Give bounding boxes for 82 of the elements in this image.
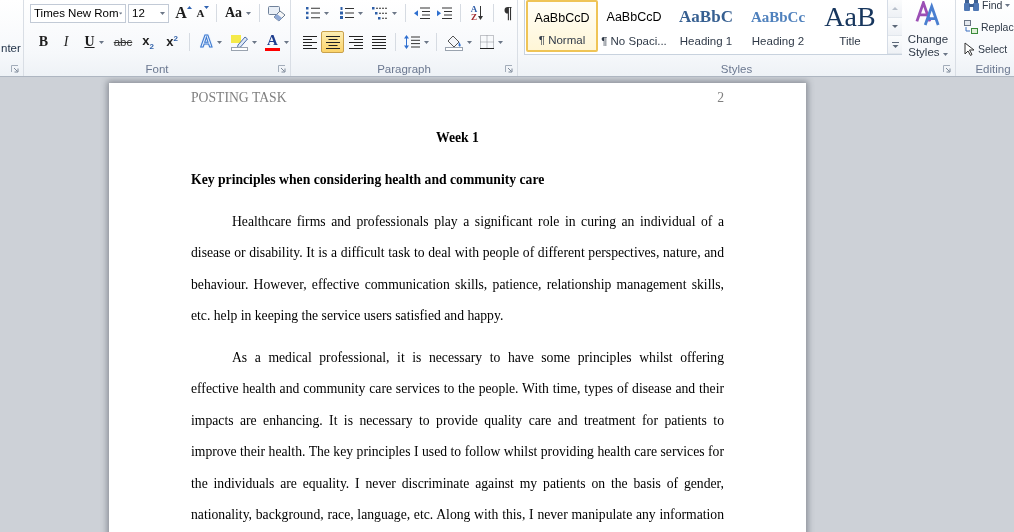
caret-icon xyxy=(246,11,252,15)
dialog-launcher-icon[interactable] xyxy=(505,65,513,73)
binoculars-icon xyxy=(964,0,979,11)
more-icon xyxy=(891,41,899,48)
change-styles-button[interactable]: Change Styles xyxy=(904,0,952,60)
superscript-button[interactable]: x$^{2}$ xyxy=(160,32,184,52)
gallery-down-button[interactable] xyxy=(888,18,902,36)
style-item[interactable]: AaBbCc Heading 2 xyxy=(742,0,814,52)
align-right-icon xyxy=(348,35,363,49)
dialog-launcher-icon[interactable] xyxy=(943,65,951,73)
align-center-icon xyxy=(325,35,340,49)
caret-icon xyxy=(391,11,397,15)
underline-button[interactable]: U xyxy=(78,32,110,52)
replace-icon xyxy=(964,20,978,34)
shrink-font-button[interactable]: A xyxy=(195,3,211,23)
caret-icon xyxy=(160,11,165,15)
arrow-down-icon xyxy=(892,25,898,28)
font-color-button[interactable]: A xyxy=(262,32,292,52)
caret-icon xyxy=(283,40,289,44)
style-item[interactable]: AaBbCcD ¶ No Spaci... xyxy=(598,0,670,52)
bold-button[interactable]: B xyxy=(33,32,54,52)
decrease-indent-icon xyxy=(414,6,430,20)
group-label: Styles xyxy=(720,62,753,76)
group-label: Font xyxy=(145,62,169,76)
show-formatting-marks-button[interactable]: ¶ xyxy=(499,3,517,23)
eraser-icon xyxy=(266,4,286,22)
highlight-button[interactable] xyxy=(228,32,259,52)
align-center-button[interactable] xyxy=(321,31,344,53)
caret-icon xyxy=(216,40,222,44)
replace-button[interactable]: Replac xyxy=(963,16,1014,38)
style-item[interactable]: AaB Title xyxy=(814,0,886,52)
change-case-button[interactable]: Aa xyxy=(222,3,254,23)
line-spacing-icon xyxy=(403,35,420,49)
caret-up-icon xyxy=(186,6,192,9)
gallery-more-button[interactable] xyxy=(888,36,902,54)
caret-icon xyxy=(1005,3,1011,7)
sort-button[interactable]: A Z xyxy=(466,3,488,23)
bulleted-list-icon xyxy=(305,7,320,19)
strikethrough-button[interactable]: abc xyxy=(110,32,136,52)
italic-button[interactable]: I xyxy=(54,32,78,52)
running-head: POSTING TASK xyxy=(191,90,287,106)
paint-bucket-icon xyxy=(444,33,463,51)
justify-icon xyxy=(371,35,386,49)
line-spacing-button[interactable] xyxy=(401,32,431,52)
page-number: 2 xyxy=(717,90,724,106)
caret-icon xyxy=(323,11,329,15)
arrow-up-icon xyxy=(892,7,898,10)
caret-icon xyxy=(423,40,429,44)
document-title: Week 1 xyxy=(436,129,479,146)
arrow-down-icon xyxy=(478,6,484,20)
caret-icon xyxy=(118,11,122,15)
grow-font-button[interactable]: A xyxy=(174,3,193,23)
font-size-combo[interactable]: 12 xyxy=(128,3,169,23)
align-left-icon xyxy=(302,35,317,49)
group-label: Paragraph xyxy=(377,62,431,76)
section-heading: Key principles when considering health and community care xyxy=(191,171,545,188)
caret-icon xyxy=(466,40,472,44)
caret-icon xyxy=(497,40,503,44)
font-name-combo[interactable]: Times New Rom xyxy=(30,3,126,23)
cursor-icon xyxy=(964,42,975,56)
clear-formatting-button[interactable] xyxy=(265,3,287,23)
highlighter-icon xyxy=(230,33,248,51)
body-paragraph: Healthcare firms and professionals play a significant role in curing an individual of a disease or disability. It is a difficult task to deal with people of different perspectives, nature, and behaviour. However, effective communication skills, patience, relationship management skills, etc. help in keeping the service users satisfied and happy. xyxy=(191,212,724,325)
increase-indent-icon xyxy=(436,6,452,20)
caret-icon xyxy=(942,53,948,56)
select-button[interactable]: Select xyxy=(963,38,1009,60)
body-paragraph: As a medical professional, it is necessary to have some principles whilst offering effective health and community care services to the people. With time, types of disease and their impacts are enhancing. It is necessary to provide quality care and treatment for patients to improve their health. The key principles I used to follow whilst providing health care services for the individuals are equality. I never discriminate against my patients on the basis of gender, nationality, background, race, language, etc. Along with this, I never manipulate any information xyxy=(191,348,724,525)
multilevel-list-icon xyxy=(371,6,388,20)
style-item[interactable]: AaBbC Heading 1 xyxy=(670,0,742,52)
command-button[interactable]: nter xyxy=(0,41,22,55)
dialog-launcher-icon[interactable] xyxy=(11,65,19,73)
caret-icon xyxy=(251,40,257,44)
caret-down-icon xyxy=(204,6,210,9)
dialog-launcher-icon[interactable] xyxy=(278,65,286,73)
style-item[interactable]: AaBbCcD ¶ Normal xyxy=(526,0,598,52)
find-button[interactable]: Find xyxy=(963,0,1012,16)
caret-icon xyxy=(98,40,104,44)
caret-icon xyxy=(357,11,363,15)
group-label: Editing xyxy=(975,62,1011,76)
subscript-button[interactable]: x$_{2}$ xyxy=(136,32,160,52)
numbered-list-icon xyxy=(339,7,354,19)
borders-icon xyxy=(479,35,494,49)
